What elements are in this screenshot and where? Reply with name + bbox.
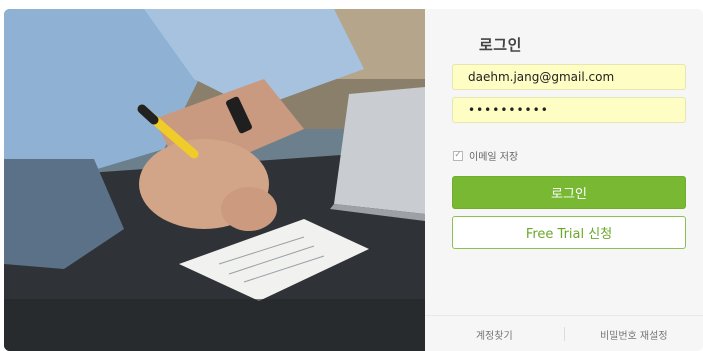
remember-checkbox[interactable]: ✓ xyxy=(453,150,463,161)
find-account-link[interactable]: 계정찾기 xyxy=(425,327,564,342)
hero-photo xyxy=(4,9,425,351)
login-window: 로그인 ✓ 이메일 저장 로그인 Free Trial 신청 계정찾기 비밀번호… xyxy=(4,9,703,351)
remember-label: 이메일 저장 xyxy=(469,152,519,163)
login-title: 로그인 xyxy=(479,36,522,54)
email-input[interactable] xyxy=(452,64,686,90)
login-button[interactable]: 로그인 xyxy=(452,176,686,209)
free-trial-button[interactable]: Free Trial 신청 xyxy=(452,216,686,249)
password-input[interactable] xyxy=(452,97,686,123)
reset-password-link[interactable]: 비밀번호 재설정 xyxy=(565,327,703,342)
hand-writing-photo xyxy=(4,9,425,351)
login-panel: 로그인 ✓ 이메일 저장 로그인 Free Trial 신청 계정찾기 비밀번호… xyxy=(425,9,703,351)
remember-email[interactable]: ✓ 이메일 저장 xyxy=(453,148,518,163)
login-footer: 계정찾기 비밀번호 재설정 xyxy=(425,315,703,351)
